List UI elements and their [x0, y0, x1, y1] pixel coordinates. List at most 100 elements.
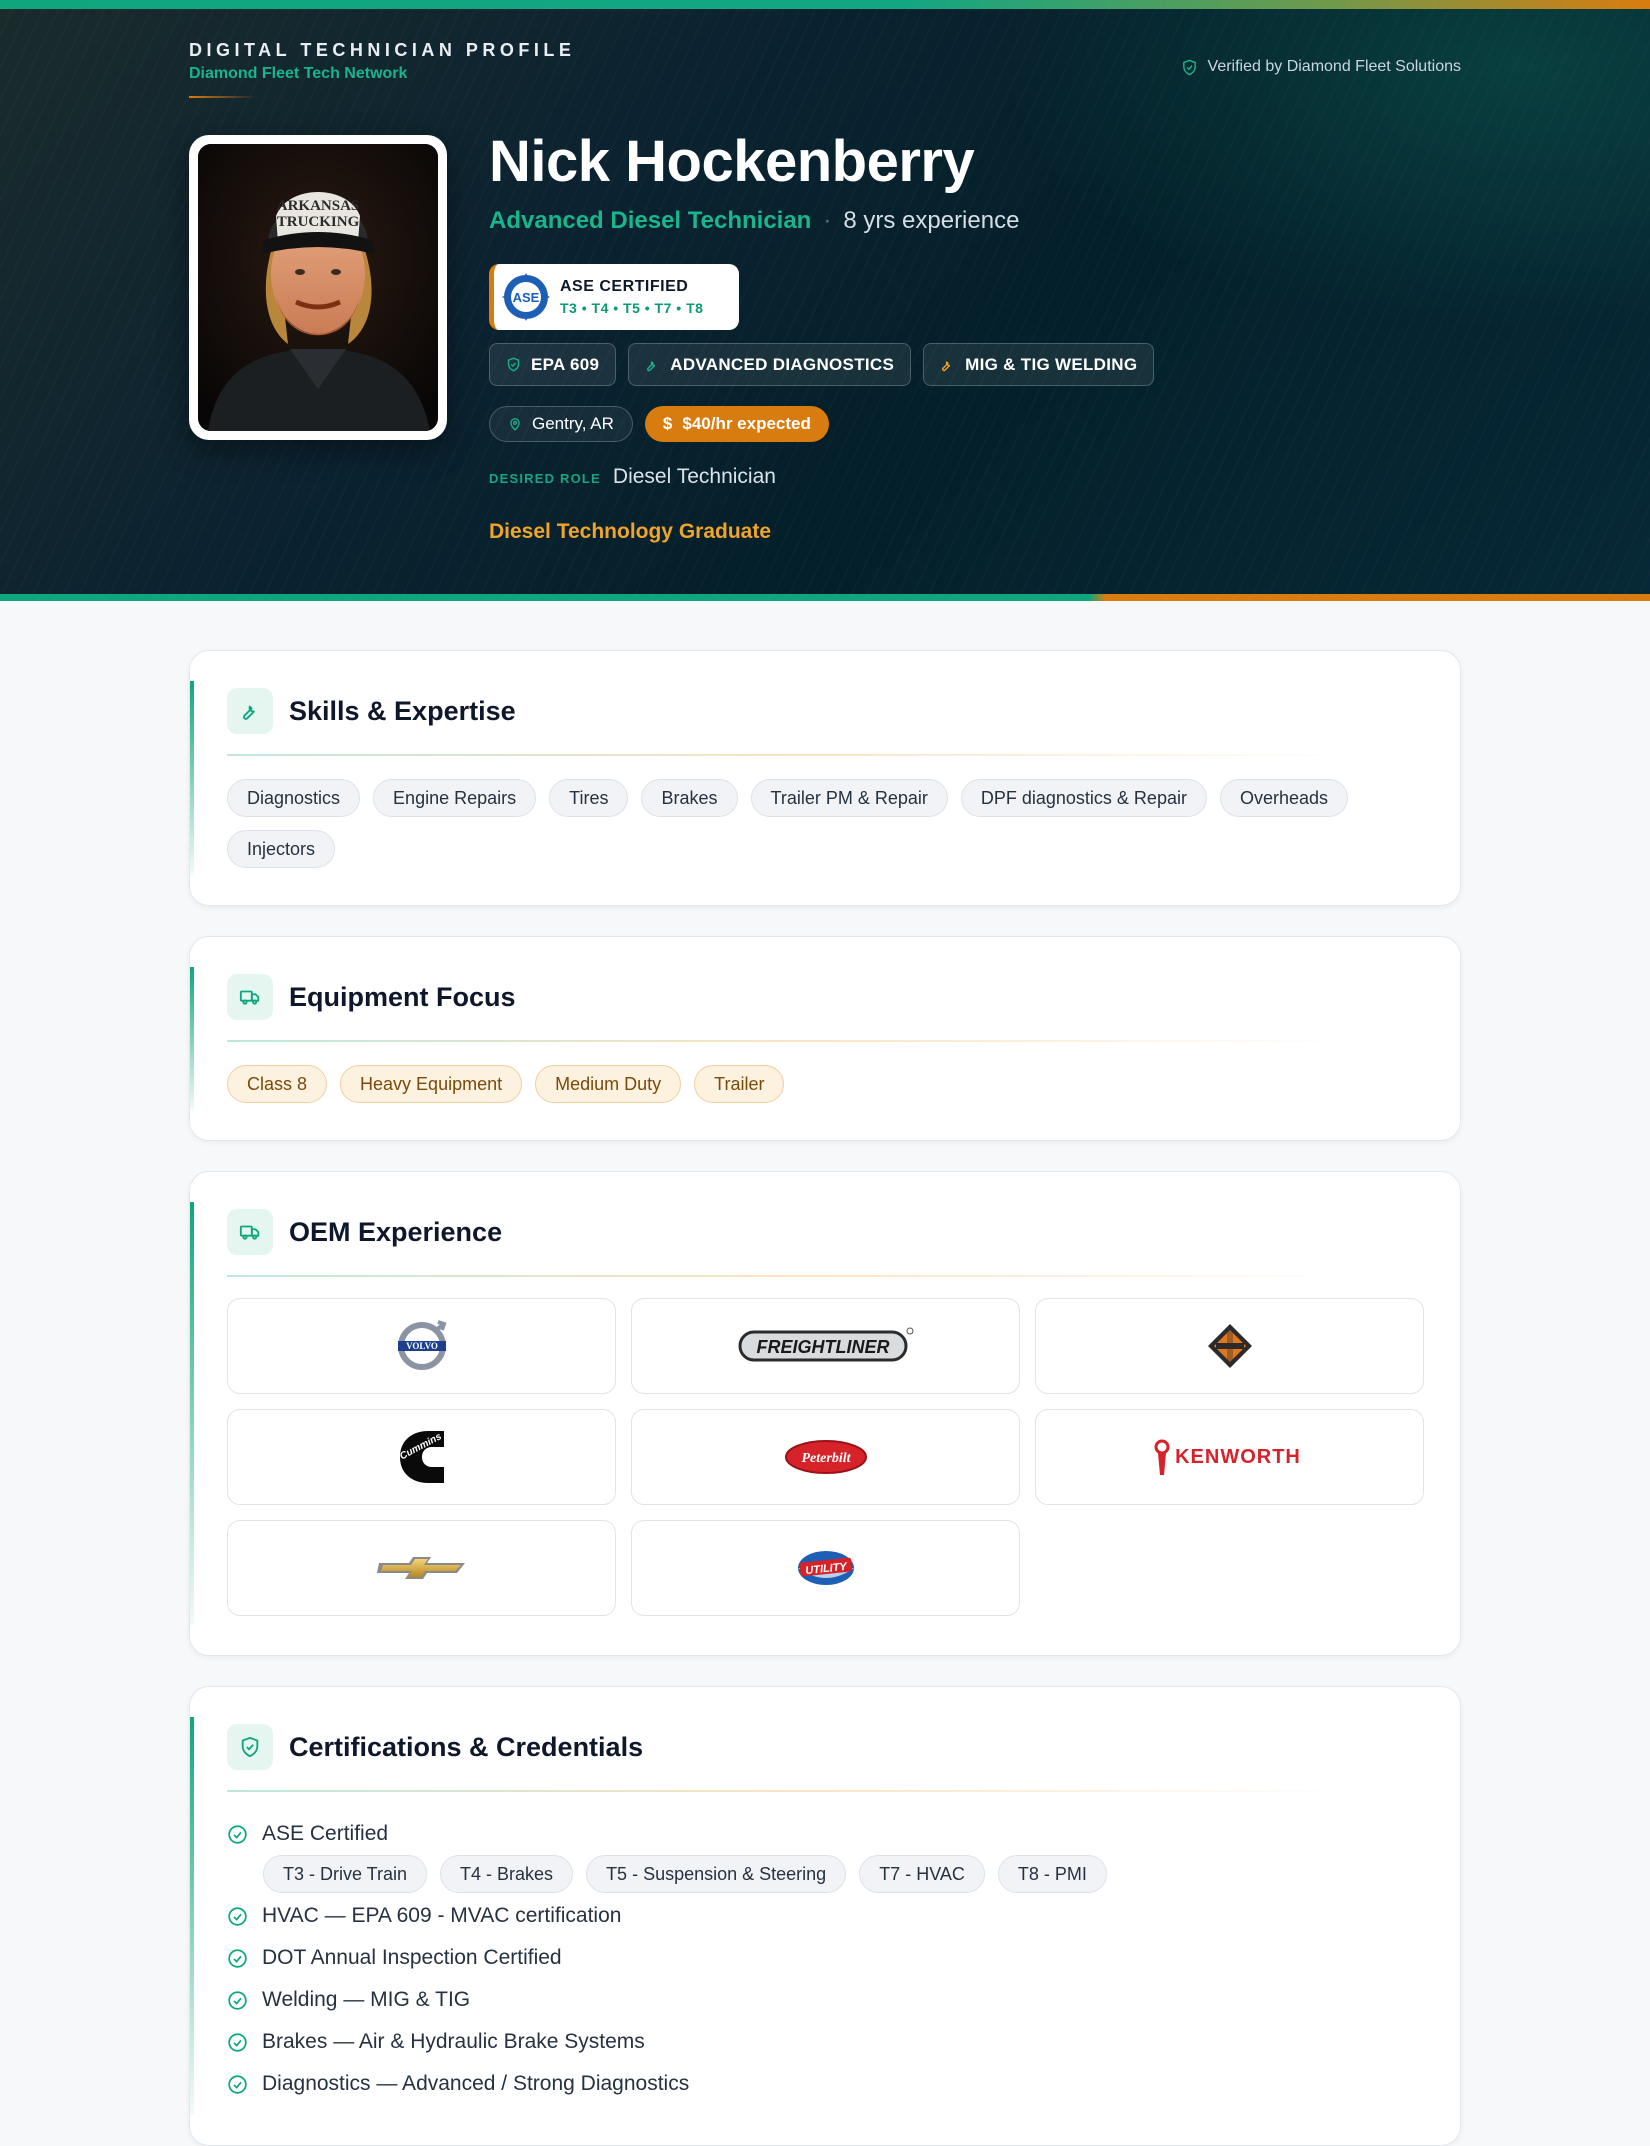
skill-pill: Overheads: [1219, 779, 1349, 817]
truck-icon: [239, 990, 260, 1005]
verified-badge: Verified by Diamond Fleet Solutions: [1181, 58, 1461, 76]
eyebrow-divider: [189, 96, 257, 98]
technician-portrait-image: ARKANSAS TRUCKING: [198, 144, 438, 431]
kenworth-logo-icon: KENWORTH: [1154, 1439, 1301, 1475]
cert-item: HVAC — EPA 609 - MVAC certification: [227, 1895, 1420, 1937]
freightliner-logo-icon: FREIGHTLINER: [738, 1327, 913, 1362]
profile-hero: DIGITAL TECHNICIAN PROFILE Diamond Fleet…: [0, 0, 1650, 601]
credential-badges: EPA 609 ADVANCED DIAGNOSTICS MIG & TIG W…: [489, 343, 1155, 386]
dollar-icon: $: [662, 414, 673, 433]
oem-logo-international: [1035, 1298, 1424, 1394]
skill-pill: Tires: [549, 779, 629, 817]
certifications-title: Certifications & Credentials: [289, 1731, 644, 1762]
cummins-logo-icon: Cummins: [398, 1431, 444, 1483]
ase-tests: T3 • T4 • T5 • T7 • T8: [560, 300, 704, 316]
desired-role-label: DESIRED ROLE: [489, 471, 601, 486]
separator-dot: ·: [823, 207, 832, 234]
truck-icon: [239, 1225, 260, 1240]
check-circle-icon: [228, 1906, 247, 1926]
skill-pill: Engine Repairs: [373, 779, 537, 817]
badge-advanced-diagnostics: ADVANCED DIAGNOSTICS: [628, 343, 912, 386]
cert-item: Brakes — Air & Hydraulic Brake Systems: [227, 2021, 1420, 2063]
oem-logo-utility: UTILITY: [631, 1520, 1020, 1616]
oem-title: OEM Experience: [289, 1216, 503, 1247]
badge-label: ADVANCED DIAGNOSTICS: [670, 354, 895, 374]
oem-card: OEM Experience VOLVO FREIGHTLINER Cummin…: [189, 1171, 1461, 1656]
volvo-logo-icon: VOLVO: [397, 1320, 447, 1370]
hat-text-top: ARKANSAS: [277, 198, 360, 214]
shield-check-icon: [1182, 59, 1196, 75]
skill-pill: Diagnostics: [227, 779, 361, 817]
ase-test-list: T3 - Drive Train T4 - Brakes T5 - Suspen…: [263, 1855, 1420, 1893]
location-text: Gentry, AR: [532, 414, 614, 433]
cert-label: HVAC — EPA 609 - MVAC certification: [262, 1904, 622, 1927]
technician-name: Nick Hockenberry: [489, 129, 975, 194]
svg-text:VOLVO: VOLVO: [406, 1341, 438, 1351]
cert-label: Welding — MIG & TIG: [262, 1988, 471, 2011]
technician-role: Advanced Diesel Technician: [489, 207, 812, 234]
oem-logo-grid: VOLVO FREIGHTLINER Cummins Peterbilt KEN…: [227, 1298, 1424, 1616]
badge-label: MIG & TIG WELDING: [965, 354, 1138, 374]
ase-test-pill: T4 - Brakes: [440, 1855, 574, 1893]
skill-pill: Trailer PM & Repair: [750, 779, 948, 817]
desired-role: DESIRED ROLE Diesel Technician: [489, 465, 776, 489]
svg-text:Peterbilt: Peterbilt: [801, 1451, 851, 1466]
experience-years: 8 yrs experience: [843, 207, 1020, 234]
hero-bottom-accent-bar: [0, 594, 1650, 601]
wrench-icon: [942, 361, 951, 372]
chevrolet-bowtie-icon: [376, 1557, 465, 1579]
shield-check-icon: [241, 1736, 259, 1758]
utility-logo-icon: UTILITY: [797, 1551, 854, 1585]
check-circle-icon: [228, 2032, 247, 2052]
hat-text-bottom: TRUCKING: [277, 214, 360, 230]
wrench-icon: [243, 705, 255, 720]
wrench-icon: [647, 361, 656, 372]
location-rate-row: Gentry, AR $ $40/hr expected: [489, 406, 829, 442]
oem-logo-peterbilt: Peterbilt: [631, 1409, 1020, 1505]
skill-pill: DPF diagnostics & Repair: [960, 779, 1207, 817]
ase-logo-icon: ASE: [502, 273, 550, 321]
profile-photo: ARKANSAS TRUCKING: [189, 135, 447, 440]
profile-eyebrow: DIGITAL TECHNICIAN PROFILE: [189, 40, 576, 60]
skills-title: Skills & Expertise: [289, 695, 516, 726]
svg-text:KENWORTH: KENWORTH: [1175, 1446, 1301, 1468]
ase-certified-card: ASE ASE CERTIFIED T3 • T4 • T5 • T7 • T8: [489, 264, 739, 330]
skill-pill: Brakes: [641, 779, 738, 817]
equipment-pill: Heavy Equipment: [340, 1065, 523, 1103]
ase-title: ASE CERTIFIED: [560, 278, 689, 295]
international-logo-icon: [1207, 1324, 1252, 1368]
education: Diesel Technology Graduate: [489, 520, 772, 543]
ase-test-pill: T3 - Drive Train: [263, 1855, 428, 1893]
rate-chip: $ $40/hr expected: [644, 406, 829, 442]
cert-item: DOT Annual Inspection Certified: [227, 1937, 1420, 1979]
equipment-pill: Medium Duty: [535, 1065, 682, 1103]
certifications-card: Certifications & Credentials ASE Certifi…: [189, 1686, 1461, 2146]
certification-list: ASE Certified T3 - Drive Train T4 - Brak…: [227, 1813, 1420, 2105]
skill-pill: Injectors: [227, 830, 336, 868]
oem-logo-freightliner: FREIGHTLINER: [631, 1298, 1020, 1394]
oem-logo-kenworth: KENWORTH: [1035, 1409, 1424, 1505]
equipment-pill: Class 8: [227, 1065, 328, 1103]
oem-logo-cummins: Cummins: [227, 1409, 616, 1505]
hero-top-accent-bar: [0, 0, 1650, 9]
role-line: Advanced Diesel Technician · 8 yrs exper…: [489, 207, 1019, 235]
shield-icon: [507, 357, 520, 372]
cert-label: ASE Certified: [262, 1822, 389, 1845]
peterbilt-logo-icon: Peterbilt: [784, 1440, 867, 1474]
rate-text: $40/hr expected: [682, 414, 811, 433]
badge-mig-tig-welding: MIG & TIG WELDING: [923, 343, 1155, 386]
skills-list: Diagnostics Engine Repairs Tires Brakes …: [227, 779, 1380, 868]
check-circle-icon: [228, 1948, 247, 1968]
equipment-pill: Trailer: [694, 1065, 785, 1103]
verified-text: Verified by Diamond Fleet Solutions: [1207, 58, 1461, 75]
ase-test-pill: T8 - PMI: [997, 1855, 1107, 1893]
cert-label: Diagnostics — Advanced / Strong Diagnost…: [262, 2072, 690, 2095]
desired-role-value: Diesel Technician: [612, 465, 776, 488]
check-circle-icon: [228, 1824, 247, 1844]
equipment-card: Equipment Focus Class 8 Heavy Equipment …: [189, 936, 1461, 1141]
cert-label: Brakes — Air & Hydraulic Brake Systems: [262, 2030, 645, 2053]
check-circle-icon: [228, 1990, 247, 2010]
ase-logo-text: ASE: [513, 290, 540, 305]
equipment-title: Equipment Focus: [289, 981, 516, 1012]
oem-logo-volvo: VOLVO: [227, 1298, 616, 1394]
